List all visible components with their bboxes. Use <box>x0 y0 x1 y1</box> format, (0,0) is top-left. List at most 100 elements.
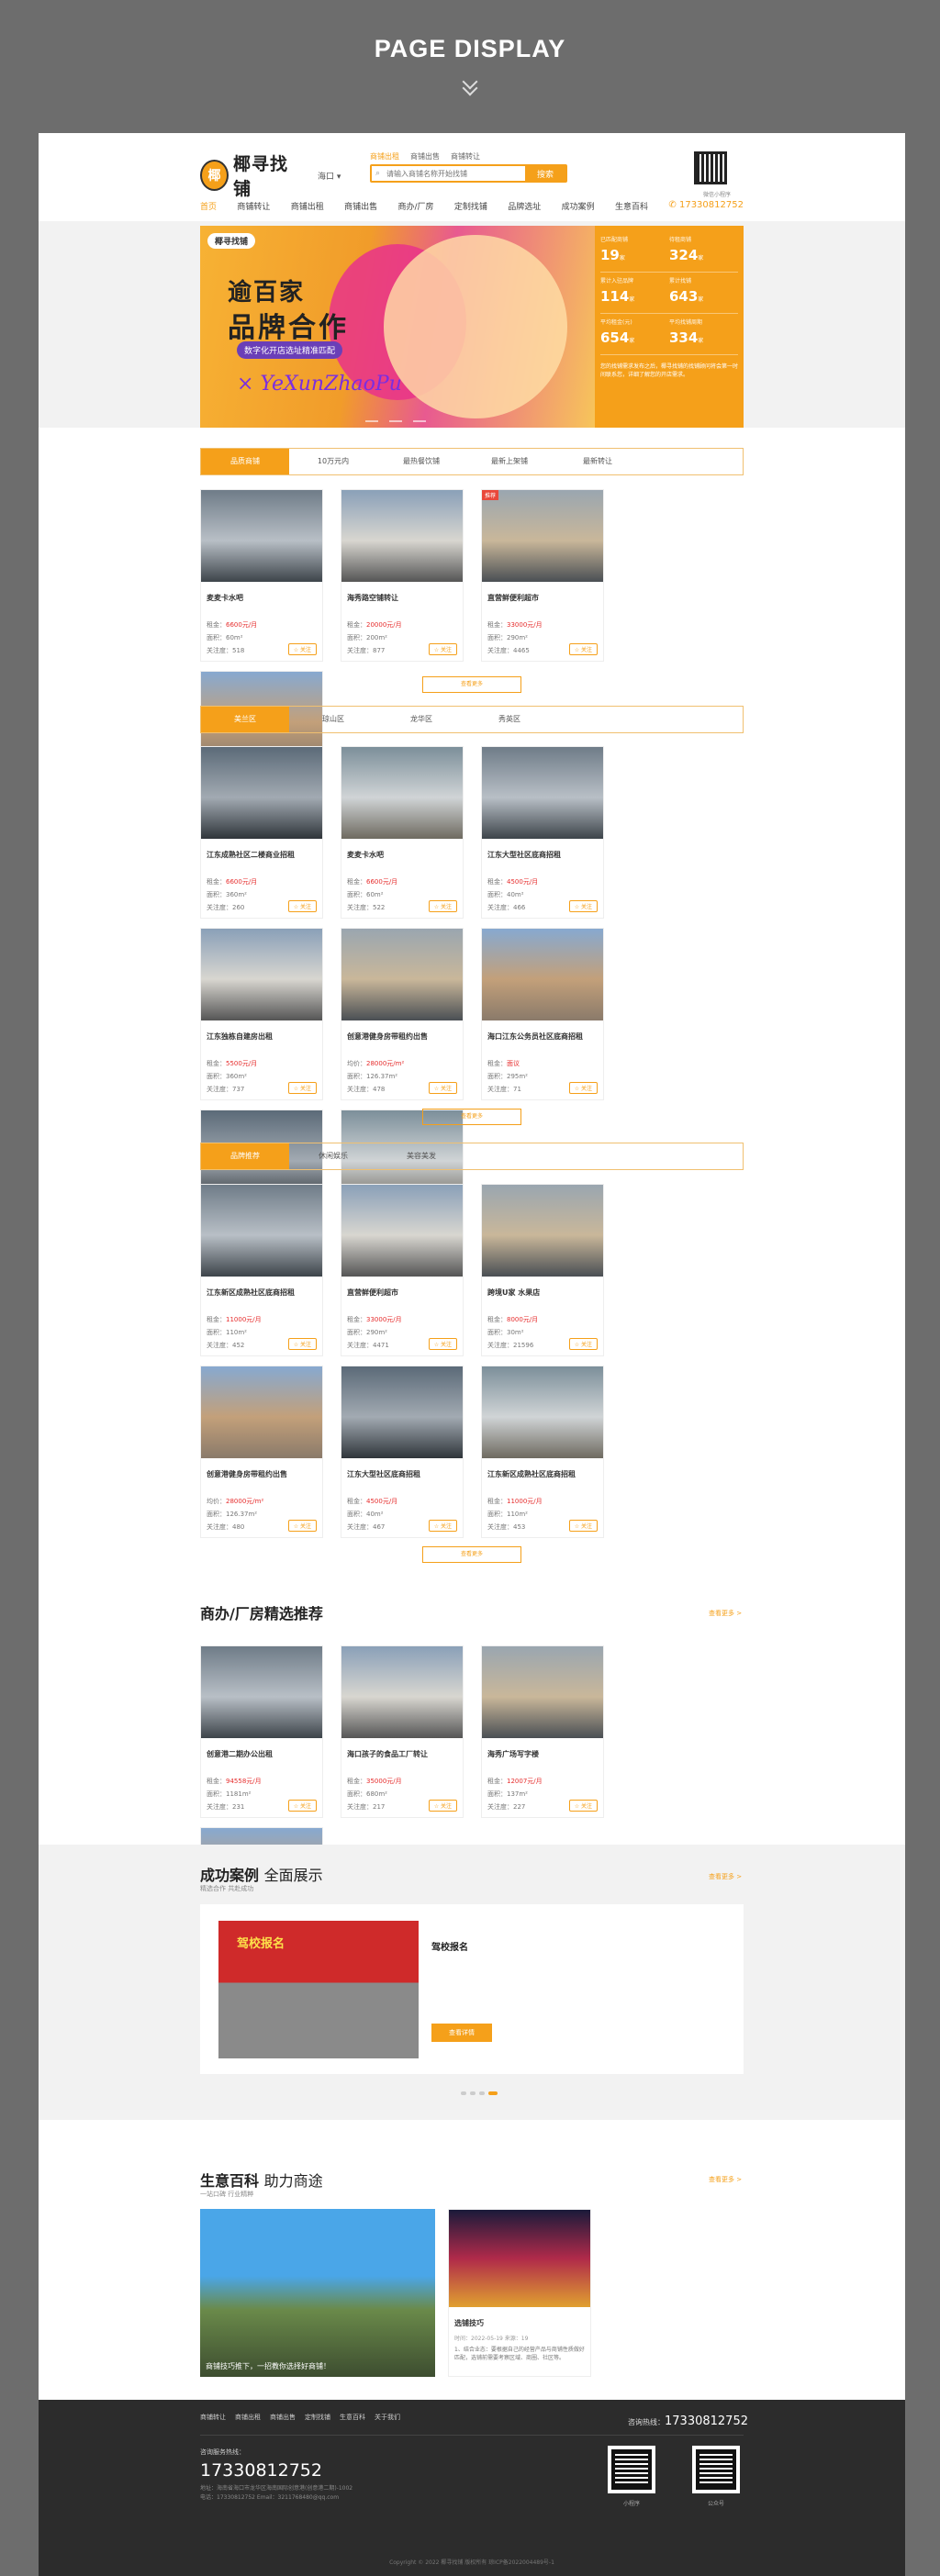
nav-sale[interactable]: 商铺出售 <box>344 200 377 212</box>
tab-tabs3-2[interactable]: 美容美发 <box>377 1143 465 1169</box>
nav-home[interactable]: 首页 <box>200 200 217 212</box>
tab-tabs1-3[interactable]: 最新上架铺 <box>465 449 554 474</box>
tab-tabs2-0[interactable]: 美兰区 <box>201 707 289 732</box>
follow-button[interactable]: ☆ 关注 <box>287 1800 317 1812</box>
office-more-link[interactable]: 查看更多 > <box>709 1609 742 1618</box>
banner-image[interactable]: 椰寻找铺 逾百家 品牌合作 数字化开店选址精准匹配 × YeXunZhaoPu <box>200 226 595 428</box>
banner-script: × YeXunZhaoPu <box>237 373 402 396</box>
site-logo[interactable]: 椰 椰寻找铺 <box>200 154 299 199</box>
tab-tabs2-2[interactable]: 龙华区 <box>377 707 465 732</box>
listing-card[interactable]: 江东独栋自建房出租 租金：5500元/月 面积：360m² 关注度：737 ☆ 关注 <box>200 928 323 1100</box>
listing-card[interactable]: 海秀路空铺转让 租金：20000元/月 面积：200m² 关注度：877 ☆ 关注 <box>341 489 464 662</box>
search-tab-sale[interactable]: 商铺出售 <box>410 151 440 162</box>
follow-button[interactable]: ☆ 关注 <box>428 1338 457 1350</box>
tab-tabs3-1[interactable]: 休闲娱乐 <box>289 1143 377 1169</box>
follow-button[interactable]: ☆ 关注 <box>568 1338 598 1350</box>
more-button-brands[interactable]: 查看更多 <box>422 1546 521 1563</box>
nav-rent[interactable]: 商铺出租 <box>291 200 324 212</box>
listing-card[interactable]: 麦麦卡水吧 租金：6600元/月 面积：60m² 关注度：522 ☆ 关注 <box>341 746 464 919</box>
follow-button[interactable]: ☆ 关注 <box>287 1520 317 1532</box>
listing-card[interactable]: 江东大型社区底商招租 租金：4500元/月 面积：40m² 关注度：466 ☆ 关注 <box>481 746 604 919</box>
listing-views-label: 关注度： <box>207 1523 232 1531</box>
listing-card[interactable]: 江东新区成熟社区底商招租 租金：11000元/月 面积：110m² 关注度：452 ☆ … <box>200 1184 323 1356</box>
listing-card[interactable]: 创意港健身房带租约出售 均价：28000元/m² 面积：126.37m² 关注度：48… <box>200 1366 323 1538</box>
listing-card[interactable]: 江东大型社区底商招租 租金：4500元/月 面积：40m² 关注度：467 ☆ 关注 <box>341 1366 464 1538</box>
listing-photo <box>341 929 463 1020</box>
footer-nav-transfer[interactable]: 商铺转让 <box>200 2413 226 2422</box>
listing-area-row: 面积：290m² <box>487 633 603 642</box>
nav-transfer[interactable]: 商铺转让 <box>237 200 270 212</box>
stat-value: 324家 <box>669 247 738 263</box>
nav-custom[interactable]: 定制找铺 <box>454 200 487 212</box>
listing-price-row: 均价：28000元/m² <box>347 1059 463 1068</box>
follow-button[interactable]: ☆ 关注 <box>568 643 598 655</box>
footer-nav-about[interactable]: 关于我们 <box>375 2413 400 2422</box>
footer-nav-sale[interactable]: 商铺出售 <box>270 2413 296 2422</box>
listing-price-row: 租金：6600元/月 <box>207 620 322 630</box>
tab-tabs3-0[interactable]: 品牌推荐 <box>201 1143 289 1169</box>
follow-button[interactable]: ☆ 关注 <box>287 1082 317 1094</box>
case-detail-button[interactable]: 查看详情 <box>431 2024 492 2042</box>
tab-tabs2-1[interactable]: 琼山区 <box>289 707 377 732</box>
search-button[interactable]: 搜索 <box>525 166 565 181</box>
footer-big-phone: 17330812752 <box>200 2460 322 2481</box>
listing-card[interactable]: 海秀广场写字楼 租金：12007元/月 面积：137m² 关注度：227 ☆ 关注 <box>481 1645 604 1818</box>
tab-tabs1-4[interactable]: 最新转让 <box>554 449 642 474</box>
follow-button[interactable]: ☆ 关注 <box>428 643 457 655</box>
case-pagination[interactable] <box>461 2091 498 2095</box>
follow-button[interactable]: ☆ 关注 <box>568 900 598 912</box>
follow-button[interactable]: ☆ 关注 <box>428 900 457 912</box>
baike-featured-article[interactable]: 商铺技巧推下，一招教你选择好商铺！ <box>200 2209 435 2377</box>
listing-card[interactable]: 江东新区成熟社区底商招租 租金：11000元/月 面积：110m² 关注度：453 ☆ … <box>481 1366 604 1538</box>
follow-button[interactable]: ☆ 关注 <box>428 1800 457 1812</box>
baike-more-link[interactable]: 查看更多 > <box>709 2175 742 2184</box>
follow-button[interactable]: ☆ 关注 <box>287 1338 317 1350</box>
search-tab-rent[interactable]: 商铺出租 <box>370 151 399 162</box>
banner-pagination[interactable] <box>365 420 426 422</box>
hero-banner: 椰寻找铺 逾百家 品牌合作 数字化开店选址精准匹配 × YeXunZhaoPu … <box>200 226 744 428</box>
more-button-featured[interactable]: 查看更多 <box>422 676 521 693</box>
listing-card[interactable]: 推荐 直营鲜便利超市 租金：33000元/月 面积：290m² 关注度：4465 ☆ 关注 <box>481 489 604 662</box>
case-photo[interactable]: 驾校报名 <box>218 1921 419 2058</box>
nav-office[interactable]: 商办/厂房 <box>398 200 434 212</box>
stat-label: 已匹配商铺 <box>600 237 629 243</box>
footer-copyright: Copyright © 2022 椰寻找铺 版权所有 琼ICP备20220044… <box>389 2559 554 2566</box>
nav-cases[interactable]: 成功案例 <box>562 200 595 212</box>
listing-price-row: 租金：4500元/月 <box>487 877 603 887</box>
follow-button[interactable]: ☆ 关注 <box>428 1520 457 1532</box>
nav-brand[interactable]: 品牌选址 <box>508 200 541 212</box>
listing-card[interactable]: 创意港健身房带租约出售 均价：28000元/m² 面积：126.37m² 关注度：47… <box>341 928 464 1100</box>
footer-nav-rent[interactable]: 商铺出租 <box>235 2413 261 2422</box>
follow-button[interactable]: ☆ 关注 <box>568 1800 598 1812</box>
tab-tabs2-3[interactable]: 秀英区 <box>465 707 554 732</box>
city-selector[interactable]: 海口 ▾ <box>318 170 341 182</box>
stat-unit: 家 <box>629 338 635 344</box>
more-button-districts[interactable]: 查看更多 <box>422 1109 521 1125</box>
listing-card[interactable]: 麦麦卡水吧 租金：6600元/月 面积：60m² 关注度：518 ☆ 关注 <box>200 489 323 662</box>
follow-button[interactable]: ☆ 关注 <box>428 1082 457 1094</box>
footer-nav-custom[interactable]: 定制找铺 <box>305 2413 330 2422</box>
stat-value: 643家 <box>669 288 738 305</box>
listing-card[interactable]: 跨境U家 水果店 租金：8000元/月 面积：30m² 关注度：21596 ☆ 关注 <box>481 1184 604 1356</box>
tab-tabs1-1[interactable]: 10万元内 <box>289 449 377 474</box>
cases-more-link[interactable]: 查看更多 > <box>709 1872 742 1881</box>
listing-card[interactable]: 直营鲜便利超市 租金：33000元/月 面积：290m² 关注度：4471 ☆ 关注 <box>341 1184 464 1356</box>
listing-price-row: 租金：11000元/月 <box>487 1497 603 1506</box>
search-input[interactable] <box>386 166 525 181</box>
follow-button[interactable]: ☆ 关注 <box>287 900 317 912</box>
footer-nav-baike[interactable]: 生意百科 <box>340 2413 365 2422</box>
stat-value: 334家 <box>669 329 738 346</box>
nav-baike[interactable]: 生意百科 <box>615 200 648 212</box>
listing-card[interactable]: 海口江东公务员社区底商招租 租金：面议 面积：295m² 关注度：71 ☆ 关注 <box>481 928 604 1100</box>
listing-card[interactable]: 江东成熟社区二楼商业招租 租金：6600元/月 面积：360m² 关注度：260 ☆ 关… <box>200 746 323 919</box>
follow-button[interactable]: ☆ 关注 <box>568 1520 598 1532</box>
tab-tabs1-0[interactable]: 品质商铺 <box>201 449 289 474</box>
search-tab-transfer[interactable]: 商铺转让 <box>451 151 480 162</box>
footer-divider <box>200 2435 744 2436</box>
baike-article[interactable]: 选铺技巧 时间：2022-05-19 来源：19 1、结合业态：要根据自己的经营… <box>448 2209 591 2377</box>
tab-tabs1-2[interactable]: 最热餐饮铺 <box>377 449 465 474</box>
listing-card[interactable]: 创意港二期办公出租 租金：94558元/月 面积：1181m² 关注度：231 ☆ 关注 <box>200 1645 323 1818</box>
follow-button[interactable]: ☆ 关注 <box>287 643 317 655</box>
follow-button[interactable]: ☆ 关注 <box>568 1082 598 1094</box>
listing-card[interactable]: 海口孩子的食品工厂转让 租金：35000元/月 面积：680m² 关注度：217 ☆ 关… <box>341 1645 464 1818</box>
